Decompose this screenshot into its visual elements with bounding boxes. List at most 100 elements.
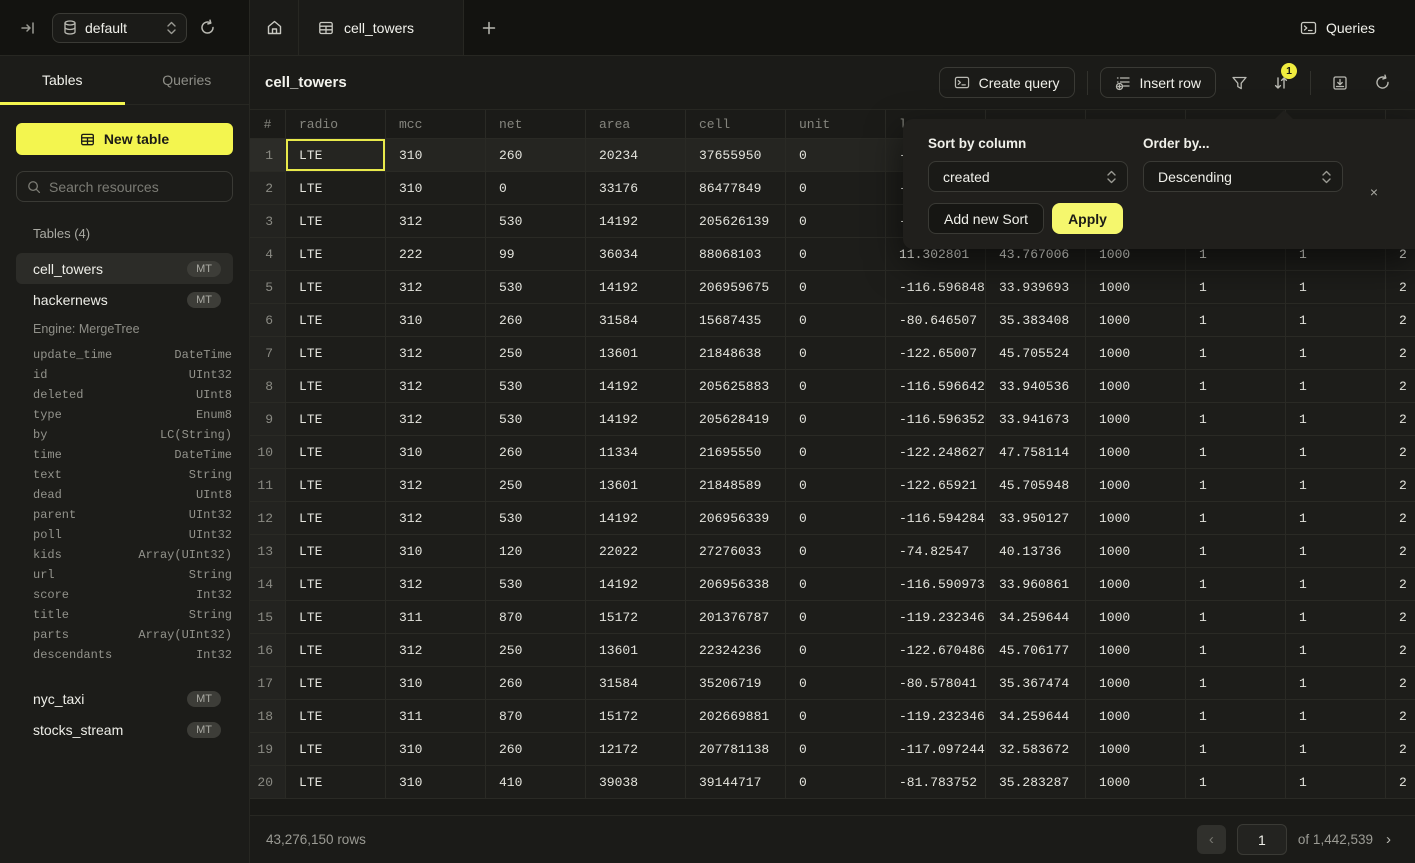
row-number-cell[interactable]: 7 xyxy=(250,337,286,370)
table-cell[interactable]: 1000 xyxy=(1086,667,1186,700)
table-cell[interactable]: 312 xyxy=(386,469,486,502)
table-cell[interactable]: 0 xyxy=(786,172,886,205)
table-cell[interactable]: 35.383408 xyxy=(986,304,1086,337)
column-header[interactable]: area xyxy=(586,110,686,139)
table-cell[interactable]: LTE xyxy=(286,667,386,700)
table-cell[interactable]: 1 xyxy=(1286,403,1386,436)
table-cell[interactable]: 1 xyxy=(1286,436,1386,469)
table-cell[interactable]: LTE xyxy=(286,271,386,304)
table-cell[interactable]: 1 xyxy=(1186,502,1286,535)
table-cell[interactable]: 1000 xyxy=(1086,601,1186,634)
table-cell[interactable]: 14192 xyxy=(586,568,686,601)
table-cell[interactable]: 13601 xyxy=(586,469,686,502)
table-cell[interactable]: 31584 xyxy=(586,667,686,700)
table-cell[interactable]: 201376787 xyxy=(686,601,786,634)
table-cell[interactable]: 14192 xyxy=(586,271,686,304)
table-cell[interactable]: 1 xyxy=(1286,568,1386,601)
table-cell[interactable]: 222 xyxy=(386,238,486,271)
remove-sort-button[interactable]: × xyxy=(1361,176,1387,207)
table-cell[interactable]: 1000 xyxy=(1086,700,1186,733)
column-header[interactable]: net xyxy=(486,110,586,139)
row-number-cell[interactable]: 16 xyxy=(250,634,286,667)
row-number-cell[interactable]: 2 xyxy=(250,172,286,205)
selected-cell[interactable]: LTE xyxy=(286,139,386,172)
table-cell[interactable]: 0 xyxy=(786,337,886,370)
row-number-cell[interactable]: 14 xyxy=(250,568,286,601)
table-cell[interactable]: 2 xyxy=(1386,700,1415,733)
queries-button[interactable]: Queries xyxy=(1300,0,1375,55)
table-cell[interactable]: 1000 xyxy=(1086,403,1186,436)
table-cell[interactable]: 2 xyxy=(1386,436,1415,469)
table-cell[interactable]: 250 xyxy=(486,469,586,502)
table-cell[interactable]: 1 xyxy=(1186,601,1286,634)
row-number-cell[interactable]: 11 xyxy=(250,469,286,502)
table-cell[interactable]: -81.783752 xyxy=(886,766,986,799)
table-cell[interactable]: 1 xyxy=(1186,700,1286,733)
sidebar-item-hackernews[interactable]: hackernews MT xyxy=(16,284,233,315)
table-cell[interactable]: 260 xyxy=(486,139,586,172)
table-cell[interactable]: 2 xyxy=(1386,370,1415,403)
table-cell[interactable]: LTE xyxy=(286,601,386,634)
table-cell[interactable]: 40.13736 xyxy=(986,535,1086,568)
column-header[interactable]: unit xyxy=(786,110,886,139)
table-cell[interactable]: 1000 xyxy=(1086,370,1186,403)
new-table-button[interactable]: New table xyxy=(16,123,233,155)
search-input[interactable] xyxy=(49,179,230,195)
table-cell[interactable]: 310 xyxy=(386,733,486,766)
table-cell[interactable]: 21848638 xyxy=(686,337,786,370)
table-cell[interactable]: 34.259644 xyxy=(986,601,1086,634)
table-cell[interactable]: -116.596642 xyxy=(886,370,986,403)
table-cell[interactable]: 2 xyxy=(1386,568,1415,601)
table-cell[interactable]: 2 xyxy=(1386,667,1415,700)
table-cell[interactable]: 35.283287 xyxy=(986,766,1086,799)
table-cell[interactable]: LTE xyxy=(286,502,386,535)
table-cell[interactable]: 410 xyxy=(486,766,586,799)
table-cell[interactable]: 310 xyxy=(386,172,486,205)
table-cell[interactable]: 86477849 xyxy=(686,172,786,205)
table-cell[interactable]: LTE xyxy=(286,469,386,502)
table-cell[interactable]: 120 xyxy=(486,535,586,568)
table-cell[interactable]: 37655950 xyxy=(686,139,786,172)
table-cell[interactable]: 15687435 xyxy=(686,304,786,337)
table-cell[interactable]: 1000 xyxy=(1086,304,1186,337)
sort-column-select[interactable]: created xyxy=(928,161,1128,192)
order-direction-select[interactable]: Descending xyxy=(1143,161,1343,192)
table-cell[interactable]: 312 xyxy=(386,403,486,436)
table-cell[interactable]: 0 xyxy=(786,403,886,436)
table-cell[interactable]: 36034 xyxy=(586,238,686,271)
table-cell[interactable]: 0 xyxy=(786,766,886,799)
table-cell[interactable]: -116.596848 xyxy=(886,271,986,304)
table-cell[interactable]: LTE xyxy=(286,733,386,766)
table-cell[interactable]: 33.940536 xyxy=(986,370,1086,403)
table-cell[interactable]: 207781138 xyxy=(686,733,786,766)
table-cell[interactable]: 1 xyxy=(1286,733,1386,766)
insert-row-button[interactable]: Insert row xyxy=(1100,67,1216,98)
table-cell[interactable]: 2 xyxy=(1386,403,1415,436)
table-cell[interactable]: -122.670486 xyxy=(886,634,986,667)
table-cell[interactable]: 21848589 xyxy=(686,469,786,502)
table-cell[interactable]: 14192 xyxy=(586,205,686,238)
table-cell[interactable]: 1 xyxy=(1286,667,1386,700)
table-cell[interactable]: 1 xyxy=(1286,337,1386,370)
download-button[interactable] xyxy=(1323,67,1357,98)
table-cell[interactable]: 1 xyxy=(1186,766,1286,799)
table-cell[interactable]: LTE xyxy=(286,766,386,799)
table-cell[interactable]: 45.706177 xyxy=(986,634,1086,667)
table-cell[interactable]: LTE xyxy=(286,403,386,436)
table-cell[interactable]: 1 xyxy=(1186,436,1286,469)
table-cell[interactable]: 1000 xyxy=(1086,634,1186,667)
table-cell[interactable]: 1 xyxy=(1286,469,1386,502)
row-number-cell[interactable]: 18 xyxy=(250,700,286,733)
sidebar-item-nyc-taxi[interactable]: nyc_taxi MT xyxy=(16,683,233,714)
table-cell[interactable]: 260 xyxy=(486,304,586,337)
table-cell[interactable]: 310 xyxy=(386,304,486,337)
table-cell[interactable]: 2 xyxy=(1386,469,1415,502)
table-cell[interactable]: 530 xyxy=(486,205,586,238)
row-number-cell[interactable]: 15 xyxy=(250,601,286,634)
table-cell[interactable]: 11334 xyxy=(586,436,686,469)
table-cell[interactable]: 45.705524 xyxy=(986,337,1086,370)
table-cell[interactable]: LTE xyxy=(286,337,386,370)
table-cell[interactable]: 205628419 xyxy=(686,403,786,436)
table-cell[interactable]: 260 xyxy=(486,667,586,700)
table-cell[interactable]: 1 xyxy=(1286,502,1386,535)
